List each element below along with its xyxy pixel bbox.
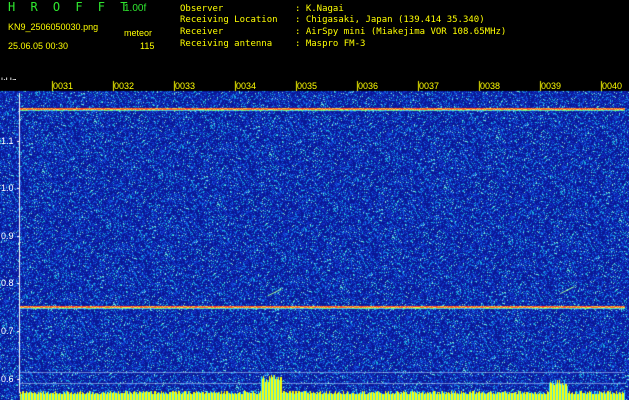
spectrogram-canvas	[0, 80, 629, 400]
x-tick-label: 0031	[53, 81, 74, 91]
observer-value: : K.Nagai	[295, 4, 344, 14]
location-value: : Chigasaki, Japan (139.414 35.340)	[295, 15, 485, 25]
y-tick-label: 0.9	[1, 231, 14, 241]
version-label: 1.00f	[124, 3, 147, 14]
x-tick-label: 0033	[175, 81, 196, 91]
y-tick-label: 1.0	[1, 183, 14, 193]
location-label: Receiving Location	[180, 15, 278, 25]
x-tick-label: 0032	[114, 81, 135, 91]
y-tick-label: 0.8	[1, 278, 14, 288]
x-tick-label: 0034	[236, 81, 257, 91]
y-tick-label: 0.6	[1, 374, 14, 384]
x-tick-label: 0035	[297, 81, 318, 91]
antenna-value: : Maspro FM-3	[295, 39, 366, 49]
x-tick-label: 0037	[419, 81, 440, 91]
observer-label: Observer	[180, 4, 224, 14]
x-tick-label: 0038	[480, 81, 501, 91]
app-title: H R O F F T	[8, 0, 132, 14]
y-tick-label: 1.1	[1, 136, 14, 146]
antenna-label: Receiving antenna	[180, 39, 273, 49]
header-panel: H R O F F T 1.00f KN9_2506050030.png met…	[0, 0, 629, 86]
x-tick-label: 0036	[358, 81, 379, 91]
filename-label: KN9_2506050030.png	[8, 22, 99, 32]
mode-label: meteor	[124, 28, 153, 38]
count-label: 115	[140, 41, 155, 51]
receiver-label: Receiver	[180, 27, 224, 37]
receiver-value: : AirSpy mini (Miakejima VOR 108.65MHz)	[295, 27, 507, 37]
datetime-label: 25.06.05 00:30	[8, 41, 69, 51]
x-tick-label: 0040	[602, 81, 623, 91]
y-tick-label: 0.7	[1, 326, 14, 336]
x-tick-label: 0039	[541, 81, 562, 91]
